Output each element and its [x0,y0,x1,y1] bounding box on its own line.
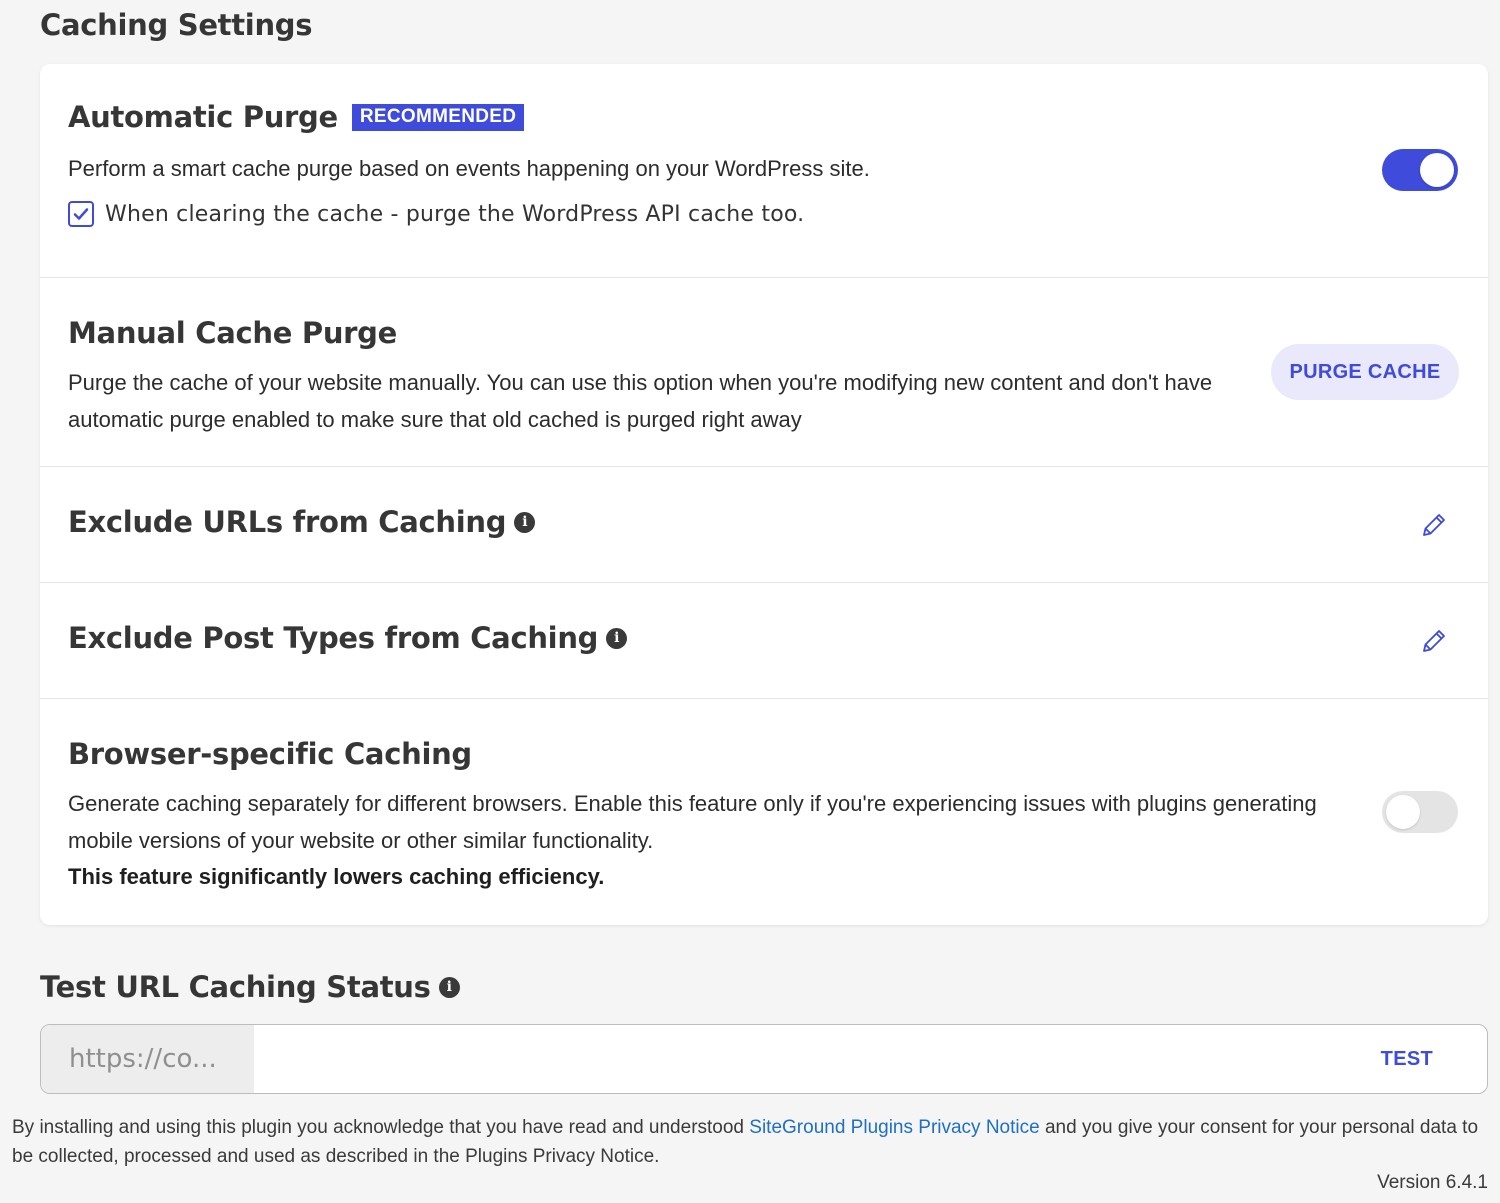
automatic-purge-title-row: Automatic Purge RECOMMENDED [68,100,525,134]
manual-purge-description-line2: automatic purge enabled to make sure tha… [68,407,802,432]
info-icon[interactable]: i [606,627,628,649]
test-url-title: Test URL Caching Status [40,970,431,1004]
checkmark-icon [73,208,89,220]
api-cache-checkbox-row[interactable]: When clearing the cache - purge the Word… [68,201,804,227]
manual-purge-title: Manual Cache Purge [68,316,398,350]
automatic-purge-section: Automatic Purge RECOMMENDED Perform a sm… [40,64,1488,278]
exclude-urls-title: Exclude URLs from Caching [68,505,507,539]
privacy-notice-link[interactable]: SiteGround Plugins Privacy Notice [749,1117,1039,1138]
test-button[interactable]: TEST [1381,1025,1433,1093]
test-url-field: https://co... TEST [40,1024,1488,1094]
version-label: Version 6.4.1 [1377,1172,1488,1193]
exclude-post-types-title-row: Exclude Post Types from Caching i [68,621,628,655]
pencil-edit-icon[interactable] [1420,511,1448,539]
api-cache-checkbox-label: When clearing the cache - purge the Word… [105,201,805,227]
browser-caching-description-line2: mobile versions of your website or other… [68,828,654,853]
info-icon[interactable]: i [438,976,460,998]
exclude-urls-section: Exclude URLs from Caching i [40,467,1488,583]
manual-purge-description-line1: Purge the cache of your website manually… [68,370,1213,395]
exclude-urls-title-row: Exclude URLs from Caching i [68,505,536,539]
url-prefix: https://co... [41,1025,254,1093]
footer-text-before: By installing and using this plugin you … [12,1117,750,1138]
settings-card: Automatic Purge RECOMMENDED Perform a sm… [40,64,1488,925]
toggle-knob [1386,795,1420,829]
pencil-edit-icon[interactable] [1420,627,1448,655]
automatic-purge-toggle[interactable] [1382,149,1458,191]
browser-caching-description-line1: Generate caching separately for differen… [68,791,1317,816]
automatic-purge-title: Automatic Purge [68,100,338,134]
browser-caching-toggle[interactable] [1382,791,1458,833]
purge-cache-button[interactable]: PURGE CACHE [1271,344,1459,400]
privacy-footer: By installing and using this plugin you … [12,1113,1482,1171]
test-url-input[interactable] [254,1025,1377,1093]
browser-caching-section: Browser-specific Caching Generate cachin… [40,699,1488,925]
automatic-purge-description: Perform a smart cache purge based on eve… [68,156,870,181]
exclude-post-types-title: Exclude Post Types from Caching [68,621,599,655]
browser-caching-warning: This feature significantly lowers cachin… [68,864,605,889]
api-cache-checkbox[interactable] [68,201,94,227]
info-icon[interactable]: i [514,511,536,533]
test-url-title-row: Test URL Caching Status i [40,970,460,1004]
page-title: Caching Settings [40,8,313,42]
toggle-knob [1420,153,1454,187]
manual-purge-section: Manual Cache Purge Purge the cache of yo… [40,278,1488,467]
exclude-post-types-section: Exclude Post Types from Caching i [40,583,1488,699]
browser-caching-title: Browser-specific Caching [68,737,472,771]
recommended-badge: RECOMMENDED [351,103,525,131]
